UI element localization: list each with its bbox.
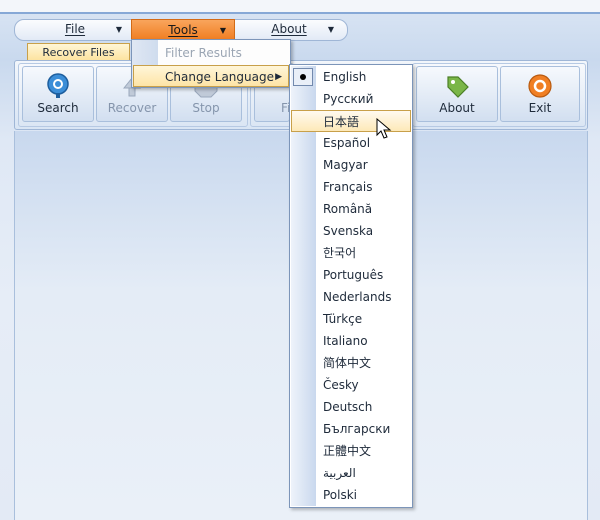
chevron-down-icon: ▼ [115, 25, 122, 34]
language-label: English [323, 70, 367, 84]
language-submenu: English Русский 日本語 Español Magyar Franç… [289, 64, 413, 508]
language-item[interactable]: 한국어 [291, 242, 411, 264]
menu-about-label: About [271, 22, 307, 36]
language-item[interactable]: Česky [291, 374, 411, 396]
menu-item-filter-results[interactable]: Filter Results [133, 42, 289, 64]
language-item[interactable]: Svenska [291, 220, 411, 242]
language-item[interactable]: Български [291, 418, 411, 440]
recover-button-label: Recover [107, 101, 157, 115]
language-item[interactable]: Türkçe [291, 308, 411, 330]
language-item[interactable]: Română [291, 198, 411, 220]
menu-tools[interactable]: Tools ▼ [131, 19, 235, 40]
filter-button-label: Fi [281, 101, 291, 115]
language-item-english[interactable]: English [291, 66, 411, 88]
exit-button[interactable]: Exit [500, 66, 580, 122]
menu-tools-label: Tools [168, 23, 198, 37]
selected-bullet-icon [293, 68, 313, 86]
language-item[interactable]: Русский [291, 88, 411, 110]
chevron-down-icon: ▼ [327, 25, 334, 34]
about-button-label: About [439, 101, 475, 115]
tools-dropdown-menu: Filter Results Change Language ▶ [131, 39, 291, 88]
search-button-label: Search [37, 101, 79, 115]
tag-icon [447, 76, 469, 98]
language-item[interactable]: 简体中文 [291, 352, 411, 374]
language-item[interactable]: Português [291, 264, 411, 286]
language-item[interactable]: Italiano [291, 330, 411, 352]
language-item[interactable]: Français [291, 176, 411, 198]
menu-file[interactable]: File ▼ [20, 19, 130, 40]
language-item[interactable]: Nederlands [291, 286, 411, 308]
tab-recover-files[interactable]: Recover Files [27, 43, 130, 61]
language-item-japanese[interactable]: 日本語 [291, 110, 411, 132]
search-button[interactable]: Search [22, 66, 94, 122]
stop-button-label: Stop [192, 101, 220, 115]
window-top-edge [0, 0, 600, 12]
language-item[interactable]: Magyar [291, 154, 411, 176]
menu-item-change-language-label: Change Language [165, 70, 274, 84]
exit-button-label: Exit [528, 101, 552, 115]
window-border-line [0, 12, 600, 14]
menu-item-change-language[interactable]: Change Language ▶ [133, 65, 289, 87]
submenu-arrow-icon: ▶ [275, 72, 282, 82]
mouse-pointer-icon [376, 118, 392, 139]
language-item[interactable]: 正體中文 [291, 440, 411, 462]
chevron-down-icon: ▼ [219, 26, 226, 35]
language-item[interactable]: Polski [291, 484, 411, 506]
exit-icon [528, 74, 552, 98]
menu-file-label: File [64, 22, 86, 36]
language-item[interactable]: العربية [291, 462, 411, 484]
language-item[interactable]: Español [291, 132, 411, 154]
menu-about[interactable]: About ▼ [236, 19, 342, 40]
language-item[interactable]: Deutsch [291, 396, 411, 418]
search-icon [47, 73, 69, 98]
about-button[interactable]: About [416, 66, 498, 122]
